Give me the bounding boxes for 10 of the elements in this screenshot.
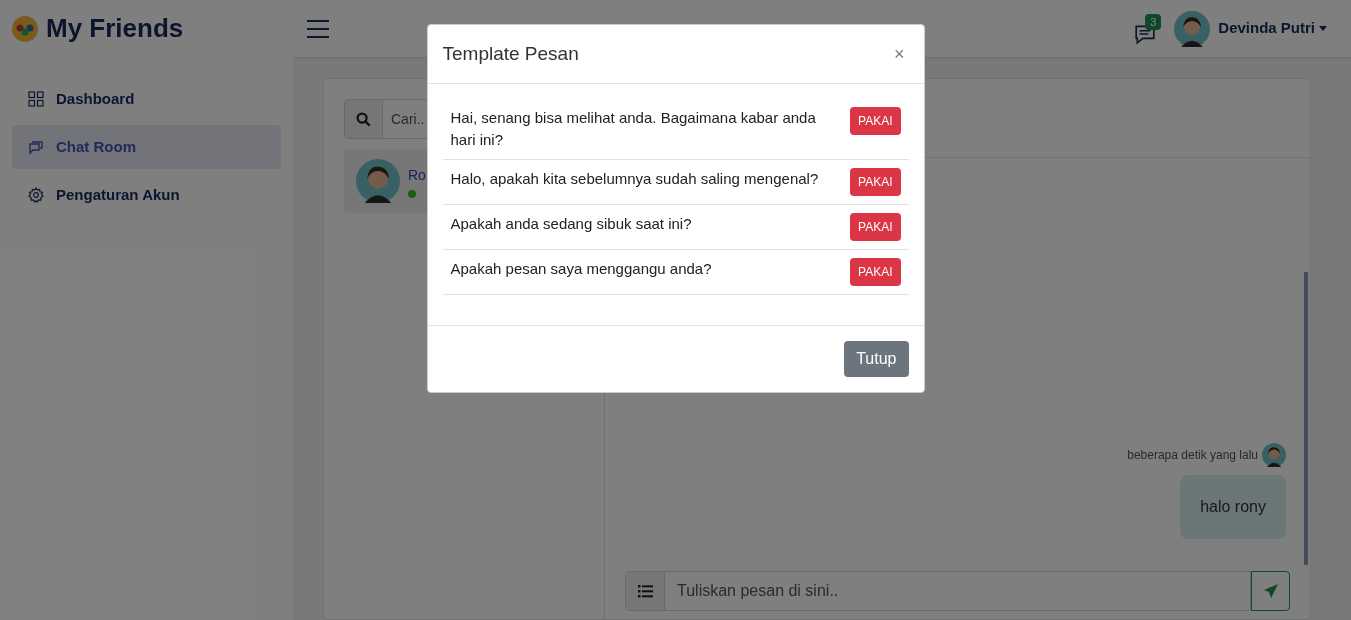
contact-name: Ro (408, 165, 426, 185)
brand-name: My Friends (46, 12, 184, 45)
chat-bubble: halo rony (1180, 475, 1286, 539)
template-text: Hai, senang bisa melihat anda. Bagaimana kabar anda hari ini? (450, 108, 817, 150)
message-time: beberapa detik yang lalu (1127, 447, 1258, 464)
template-text: Apakah anda sedang sibuk saat ini? (450, 214, 693, 234)
dialog-title: Template Pesan (442, 41, 579, 66)
notification-badge: 3 (1145, 13, 1162, 30)
template-text: Halo, apakah kita sebelumnya sudah saling mengenal? (450, 169, 820, 189)
template-text: Apakah pesan saya menggangu anda? (450, 259, 713, 279)
